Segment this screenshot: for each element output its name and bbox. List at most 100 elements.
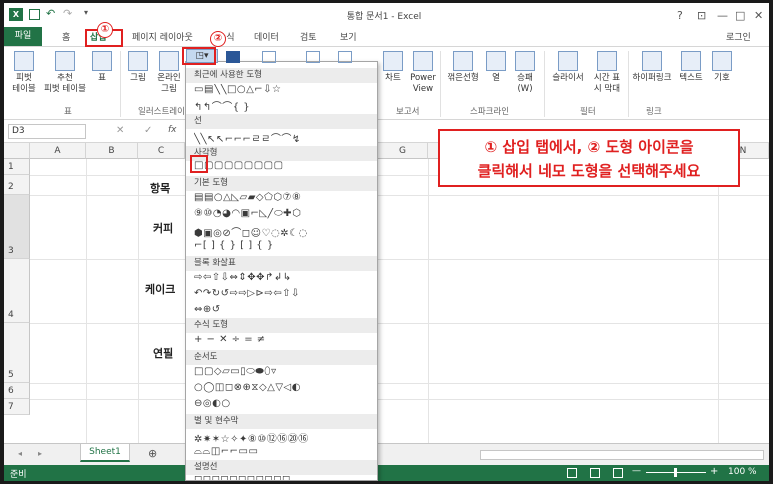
online-picture-button[interactable]: 온라인 그림 (152, 51, 186, 95)
close-button[interactable]: ✕ (754, 9, 763, 22)
row-header-3[interactable]: 3 (4, 195, 30, 259)
picture-icon (128, 51, 148, 71)
symbol-button[interactable]: 기호 (708, 51, 736, 84)
tab-home[interactable]: 홈 (62, 30, 70, 43)
timeline-label: 시간 표 시 막대 (593, 73, 621, 94)
page-break-view-icon[interactable] (613, 468, 623, 478)
cell-c3[interactable]: 커피 (153, 220, 173, 236)
page-layout-view-icon[interactable] (590, 468, 600, 478)
help-button[interactable]: ? (677, 9, 683, 22)
zoom-out-button[interactable]: — (632, 466, 641, 476)
zoom-level[interactable]: 100 % (728, 467, 757, 477)
cell-c5[interactable]: 연필 (153, 345, 173, 361)
rectangle-shape-highlight[interactable] (190, 155, 208, 173)
line-chart-icon[interactable] (306, 51, 320, 63)
maximize-button[interactable]: □ (735, 9, 745, 22)
step-one-marker: ① (97, 22, 113, 38)
equation-shapes-row[interactable]: + − ✕ ÷ = ≠ (194, 334, 374, 345)
star-shapes-row[interactable]: ✲✷✶☆✧✦⑧⑩⑫⑯⑳⑯ (194, 430, 374, 445)
tab-file[interactable]: 파일 (4, 27, 42, 46)
flowchart-shapes-row[interactable]: ⊖◎◐○ (194, 398, 374, 409)
worksheet-grid[interactable]: A B C G H N 1 2 3 4 5 6 7 항목 커피 케이크 연필 (4, 143, 769, 443)
scroll-left-icon[interactable]: ◂ (18, 449, 22, 458)
sparkline-column-icon (486, 51, 506, 71)
slicer-button[interactable]: 슬라이서 (548, 51, 588, 84)
cancel-icon[interactable]: ✕ (116, 125, 124, 136)
chart-button[interactable]: 차트 (378, 51, 408, 84)
row-header-6[interactable]: 6 (4, 383, 30, 399)
section-flowchart: 순서도 (186, 350, 377, 365)
line-shapes-row[interactable]: ╲╲↖↖⌐⌐⌐ㄹㄹ⌒⌒↯ (194, 130, 374, 145)
zoom-in-button[interactable]: + (710, 466, 718, 477)
scroll-right-icon[interactable]: ▸ (38, 449, 42, 458)
basic-shapes-row[interactable]: ⌐[ ] { } [ ] { } (194, 240, 374, 251)
sparkline-line-button[interactable]: 꺾은선형 (444, 51, 482, 84)
tab-view[interactable]: 보기 (340, 30, 357, 43)
basic-shapes-row[interactable]: ⬢▣◎⊘⌒◻☺♡◌✲☾◌ (194, 224, 374, 239)
row-header-5[interactable]: 5 (4, 323, 30, 383)
cell-c4[interactable]: 케이크 (145, 281, 175, 297)
timeline-button[interactable]: 시간 표 시 막대 (588, 51, 626, 95)
row-header-2[interactable]: 2 (4, 175, 30, 195)
table-button[interactable]: 표 (90, 51, 114, 84)
row-number: 6 (8, 386, 14, 396)
text-label: 텍스트 (679, 73, 703, 83)
picture-button[interactable]: 그림 (124, 51, 152, 84)
column-header-g[interactable]: G (378, 143, 428, 159)
recent-shapes-row[interactable]: ↰↰⌒⌒{ } (194, 98, 374, 113)
column-header-c[interactable]: C (138, 143, 185, 159)
quick-access-menu-icon[interactable]: ▾ (84, 8, 88, 17)
tab-page-layout[interactable]: 페이지 레이아웃 (132, 30, 193, 43)
add-sheet-button[interactable]: ⊕ (148, 447, 157, 460)
sparkline-column-button[interactable]: 열 (484, 51, 508, 84)
text-button[interactable]: 텍스트 (676, 51, 706, 84)
insert-function-icon[interactable]: fx (168, 125, 177, 135)
power-view-button[interactable]: Power View (408, 51, 438, 95)
redo-icon[interactable]: ↷ (63, 7, 72, 20)
name-box[interactable]: D3 (8, 124, 86, 139)
save-icon[interactable] (29, 9, 40, 20)
grid-line (30, 195, 769, 196)
basic-shapes-row[interactable]: ⑨⑩◔◕◠▣⌐◺╱⬭✚⬡ (194, 208, 374, 219)
section-rectangles: 사각형 (186, 146, 377, 161)
arrow-shapes-row[interactable]: ⇨⇦⇧⇩⇔⇕✥✥↱↲↳ (194, 272, 374, 283)
rectangle-shapes-row[interactable]: □▢▢▢▢▢▢▢▢ (194, 160, 374, 171)
row-header-4[interactable]: 4 (4, 259, 30, 323)
sheet-tab-sheet1[interactable]: Sheet1 (80, 444, 130, 462)
bar-chart-icon[interactable] (262, 51, 276, 63)
grid-line (428, 159, 429, 443)
cell-c2[interactable]: 항목 (150, 180, 170, 196)
recent-shapes-row[interactable]: ▭▤╲╲□○△⌐⇩☆ (194, 84, 374, 95)
horizontal-scrollbar[interactable] (480, 450, 764, 460)
table-label: 표 (98, 73, 106, 83)
basic-shapes-row[interactable]: ▤▤○△◺▱▰◇⬠⬡⑦⑧ (194, 192, 374, 203)
row-header-7[interactable]: 7 (4, 399, 30, 415)
login-link[interactable]: 로그인 (726, 30, 751, 43)
column-header-a[interactable]: A (30, 143, 86, 159)
scatter-chart-icon[interactable] (338, 51, 352, 63)
tab-review[interactable]: 검토 (300, 30, 317, 43)
title-bar: X ↶ ↷ ▾ 통합 문서1 - Excel ? ⊡ — □ ✕ (4, 3, 769, 27)
arrow-shapes-row[interactable]: ↶↷↻↺⇨⇨▷⊳⇨⇦⇧⇩ (194, 288, 374, 299)
callout-shapes-row[interactable]: ◻◻◻◻◻◻◻◻◻◻◻ (194, 474, 374, 480)
normal-view-icon[interactable] (567, 468, 577, 478)
pivot-table-button[interactable]: 피벗 테이블 (8, 51, 40, 95)
row-header-1[interactable]: 1 (4, 159, 30, 175)
hyperlink-button[interactable]: 하이퍼링크 (630, 51, 674, 84)
star-shapes-row[interactable]: ⌓⌓◫⌐⌐▭▭ (194, 446, 374, 457)
undo-icon[interactable]: ↶ (46, 7, 55, 20)
ribbon-options-button[interactable]: ⊡ (697, 9, 706, 22)
recommended-pivot-button[interactable]: 추천 피벗 테이블 (40, 51, 90, 95)
flowchart-shapes-row[interactable]: □▢◇▱▭▯⬭⬬⬯▿ (194, 366, 374, 377)
smartart-icon[interactable] (226, 51, 240, 63)
column-header-b[interactable]: B (86, 143, 138, 159)
grid-line (86, 159, 87, 443)
flowchart-shapes-row[interactable]: ○◯◫◻⊗⊕⧖◇△▽◁◐ (194, 382, 374, 393)
zoom-slider-thumb[interactable] (674, 468, 677, 477)
arrow-shapes-row[interactable]: ⇔⊕↺ (194, 304, 374, 315)
minimize-button[interactable]: — (717, 9, 728, 22)
tab-data[interactable]: 데이터 (254, 30, 279, 43)
select-all-corner[interactable] (4, 143, 30, 159)
sparkline-winloss-button[interactable]: 승패 (W) (510, 51, 540, 95)
confirm-icon[interactable]: ✓ (144, 125, 152, 136)
